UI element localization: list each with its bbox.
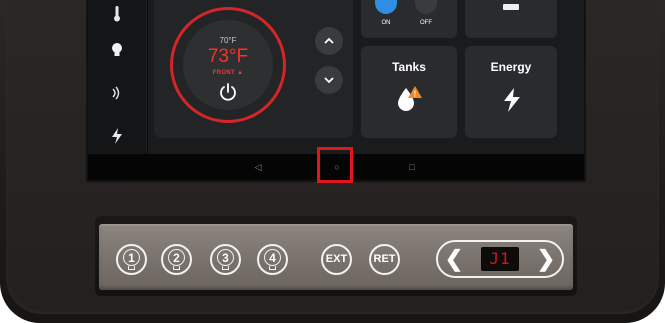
tanks-tile[interactable]: Tanks ! bbox=[361, 46, 457, 138]
toggle-off-button[interactable] bbox=[415, 0, 437, 14]
ret-button[interactable]: RET bbox=[369, 244, 400, 275]
thermostat-dial[interactable]: 70°F 73°F FRONT ▲ bbox=[170, 7, 286, 123]
hardware-button-panel: 1 2 3 4 EXT RET ❮ J1 ❯ bbox=[95, 216, 577, 296]
energy-bolt-icon bbox=[502, 88, 522, 112]
top-right-tile[interactable] bbox=[465, 0, 557, 38]
tanks-label: Tanks bbox=[392, 60, 426, 74]
channel-selector: ❮ J1 ❯ bbox=[436, 240, 564, 278]
toggle-tile: ON OFF bbox=[361, 0, 457, 38]
led-display: J1 bbox=[481, 247, 519, 271]
light-3-number: 3 bbox=[222, 251, 229, 265]
thermostat-dial-face: 70°F 73°F FRONT ▲ bbox=[183, 20, 273, 110]
lightning-icon[interactable] bbox=[108, 128, 126, 146]
signal-icon[interactable] bbox=[108, 86, 126, 104]
temp-down-button[interactable] bbox=[315, 66, 343, 94]
bulb-base bbox=[128, 266, 135, 270]
light-1-number: 1 bbox=[128, 251, 135, 265]
toggle-on-label: ON bbox=[381, 20, 391, 26]
light-4-button[interactable]: 4 bbox=[257, 244, 288, 275]
ext-button[interactable]: EXT bbox=[321, 244, 352, 275]
temp-up-button[interactable] bbox=[315, 27, 343, 55]
tank-warning-icon: ! bbox=[395, 84, 425, 112]
control-device: 70°F 73°F FRONT ▲ ON OFF Tanks ! Energy … bbox=[0, 0, 665, 323]
prev-channel-button[interactable]: ❮ bbox=[444, 242, 464, 276]
next-channel-button[interactable]: ❯ bbox=[536, 242, 556, 276]
current-temperature: 73°F bbox=[207, 46, 249, 67]
bulb-base bbox=[269, 266, 276, 270]
light-3-button[interactable]: 3 bbox=[210, 244, 241, 275]
dashboard-content: 70°F 73°F FRONT ▲ ON OFF Tanks ! Energy bbox=[148, 0, 584, 154]
toggle-on-button[interactable] bbox=[375, 0, 397, 14]
tile-icon bbox=[503, 4, 519, 10]
bulb-base bbox=[222, 266, 229, 270]
energy-tile[interactable]: Energy bbox=[465, 46, 557, 138]
toggle-off-label: OFF bbox=[420, 20, 432, 26]
thermostat-card: 70°F 73°F FRONT ▲ bbox=[154, 0, 353, 138]
button-plate: 1 2 3 4 EXT RET ❮ J1 ❯ bbox=[99, 224, 573, 290]
recents-nav-button[interactable]: □ bbox=[402, 154, 422, 180]
sidebar bbox=[88, 0, 147, 154]
light-1-button[interactable]: 1 bbox=[116, 244, 147, 275]
thermometer-icon[interactable] bbox=[108, 6, 126, 24]
set-temperature: 70°F bbox=[219, 36, 237, 45]
zone-label: FRONT ▲ bbox=[183, 70, 273, 76]
svg-text:!: ! bbox=[414, 90, 417, 99]
light-4-number: 4 bbox=[269, 251, 276, 265]
energy-label: Energy bbox=[490, 60, 532, 74]
flame-icon: ▲ bbox=[236, 70, 244, 76]
power-icon[interactable] bbox=[218, 82, 238, 102]
light-2-button[interactable]: 2 bbox=[161, 244, 192, 275]
back-nav-button[interactable]: ◁ bbox=[248, 154, 268, 180]
light-2-number: 2 bbox=[173, 251, 180, 265]
lightbulb-icon[interactable] bbox=[108, 42, 126, 60]
zone-name: FRONT bbox=[212, 70, 235, 76]
home-button-highlight bbox=[317, 147, 353, 183]
bulb-base bbox=[173, 266, 180, 270]
